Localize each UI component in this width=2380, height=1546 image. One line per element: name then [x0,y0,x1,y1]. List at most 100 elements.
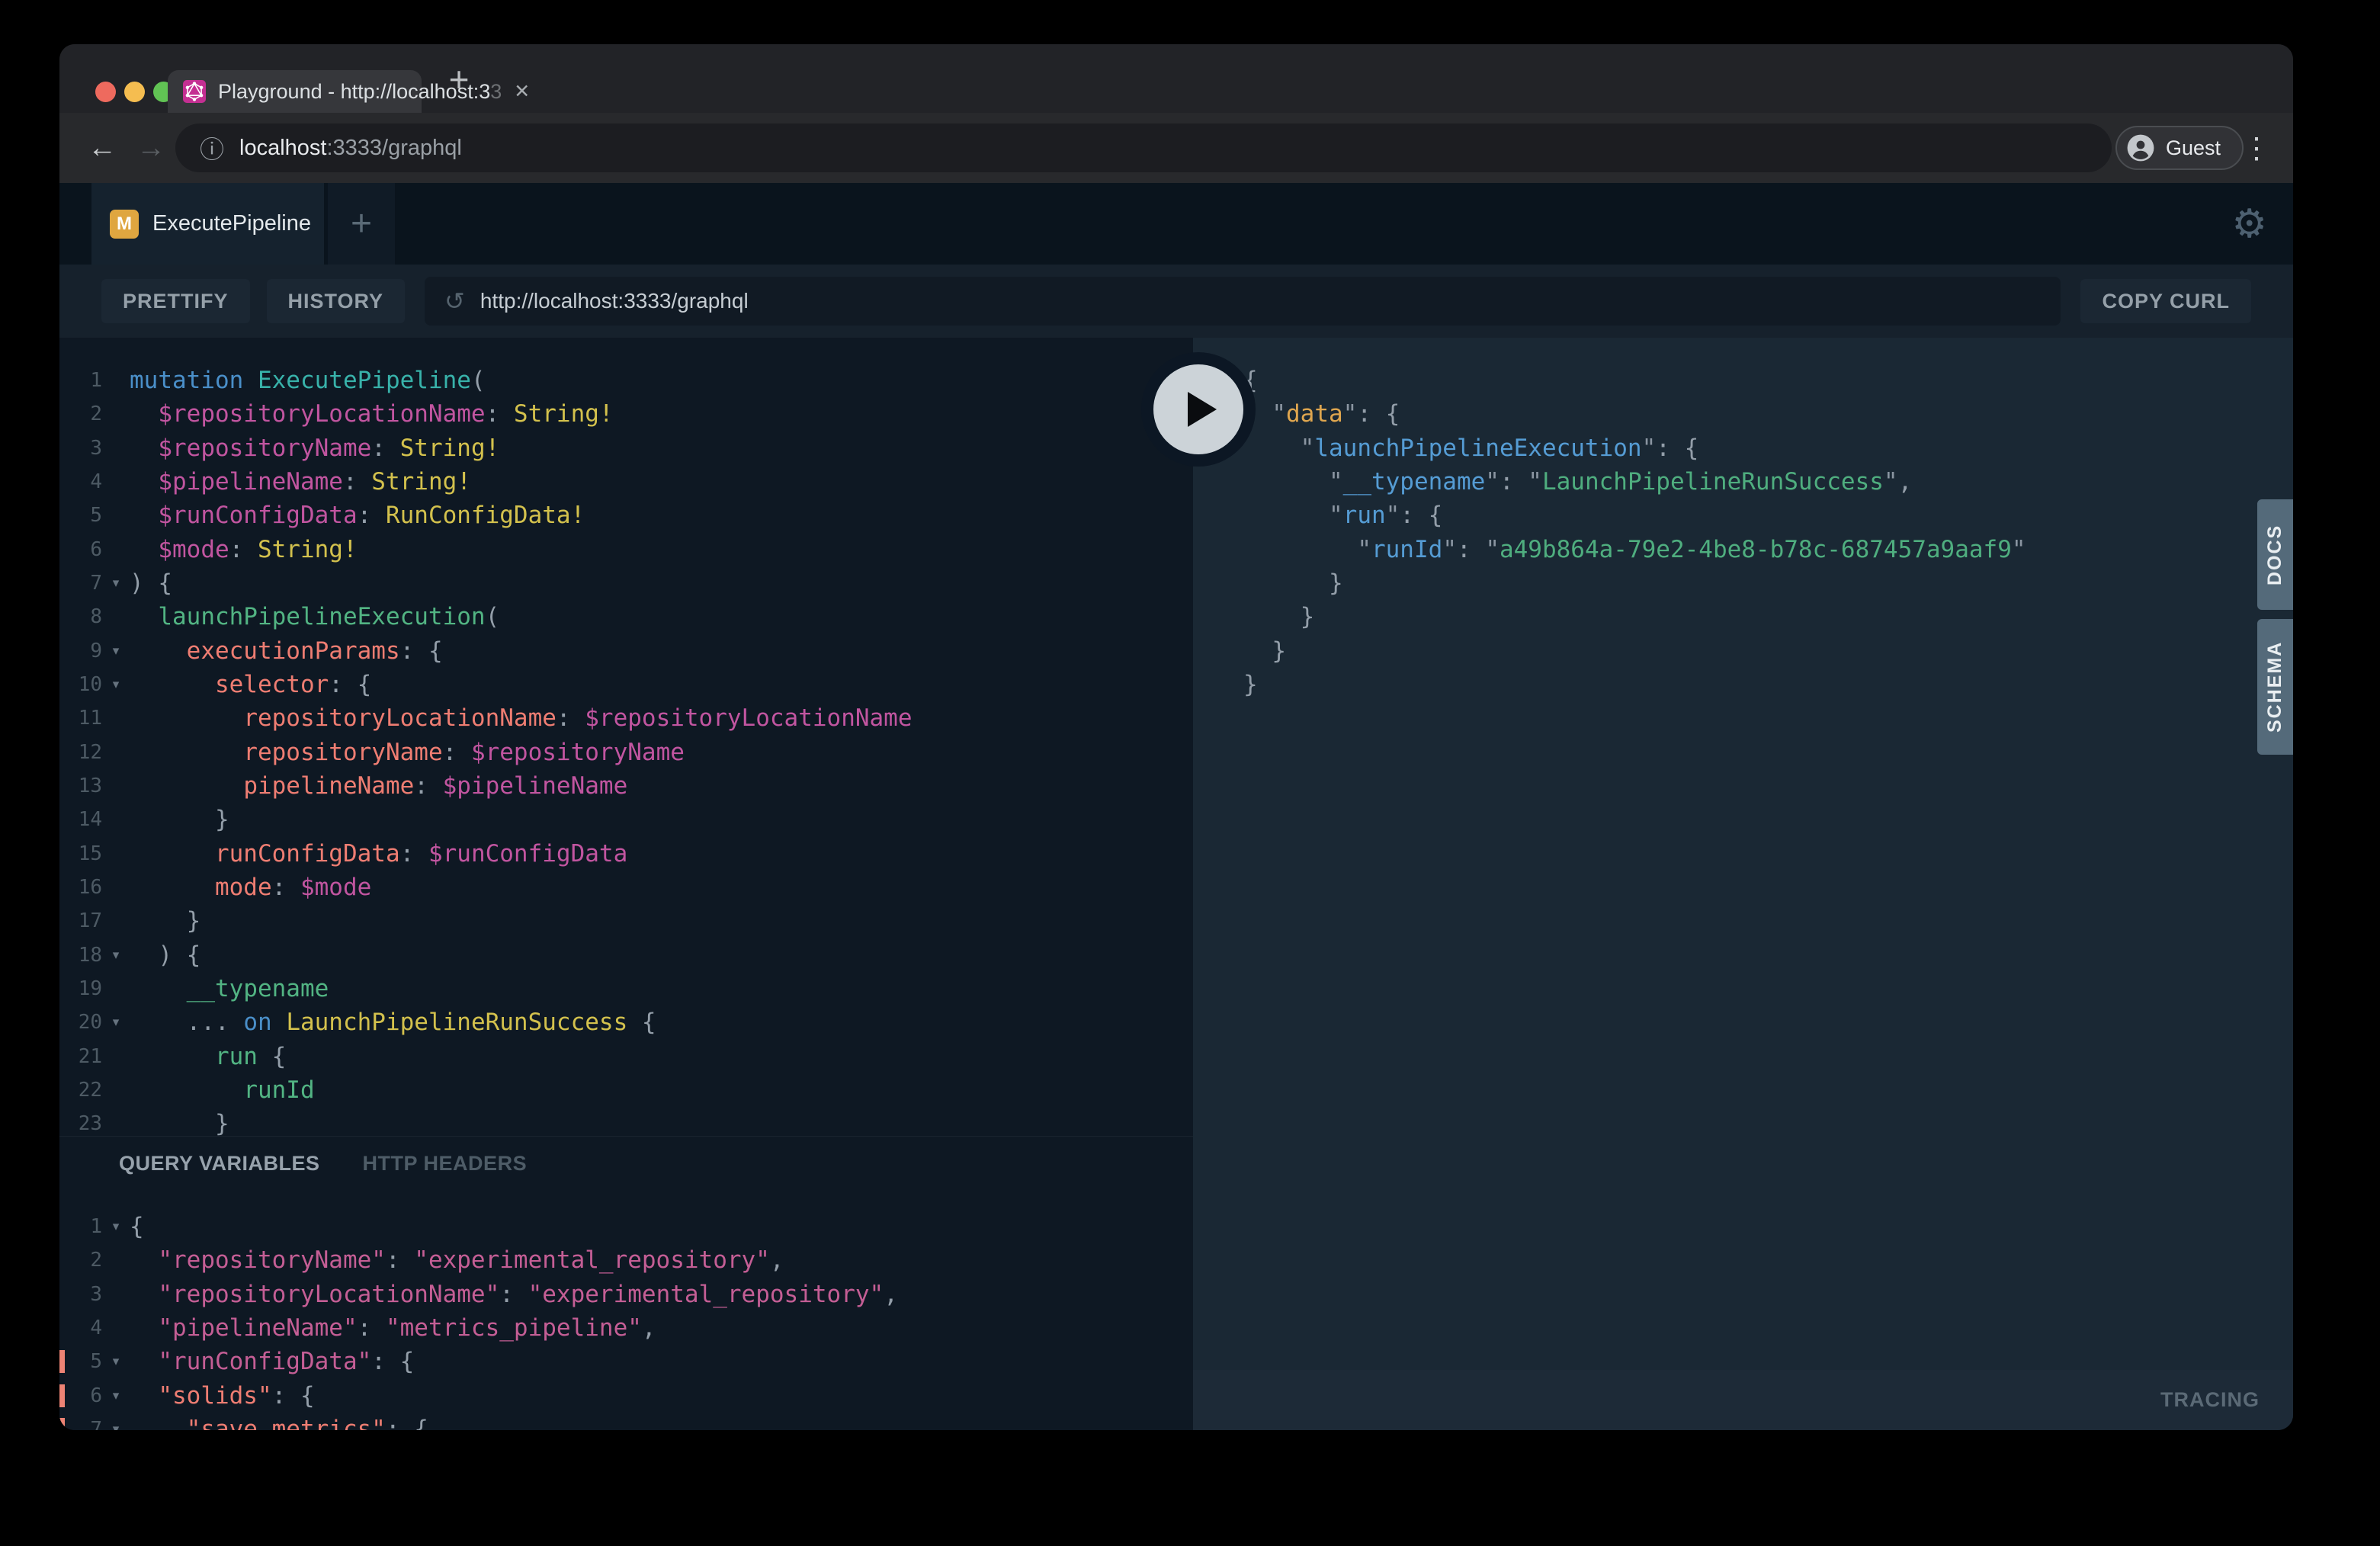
code-line: 12 repositoryName: $repositoryName [59,736,1193,769]
prettify-button[interactable]: PRETTIFY [101,279,250,323]
code-line: "run": { [1224,499,2293,532]
code-line: ▾ "data": { [1224,397,2293,431]
code-line: } [1224,566,2293,600]
code-line: 3 $repositoryName: String! [59,431,1193,465]
line-number: 19 [59,977,102,1000]
line-number: 17 [59,909,102,932]
code-line: 6▾ "solids": { [59,1379,1193,1413]
tab-http-headers[interactable]: HTTP HEADERS [363,1152,528,1176]
line-number: 22 [59,1079,102,1102]
code-line: 8 launchPipelineExecution( [59,600,1193,633]
code-line: 18▾ ) { [59,938,1193,972]
line-number: 5 [59,504,102,527]
settings-gear-icon[interactable]: ⚙ [2231,183,2267,265]
forward-icon[interactable]: → [130,113,172,183]
code-line: ▾{ [1224,364,2293,397]
code-line: 5 $runConfigData: RunConfigData! [59,499,1193,532]
code-line: 5▾ "runConfigData": { [59,1345,1193,1378]
line-number: 12 [59,741,102,764]
graphql-playground: M ExecutePipeline ✕ + ⚙ PRETTIFY HISTORY… [59,183,2293,1430]
history-button[interactable]: HISTORY [267,279,406,323]
browser-tab[interactable]: Playground - http://localhost:33 ✕ [168,70,422,113]
profile-button[interactable]: Guest [2115,126,2244,170]
session-tab-bar: M ExecutePipeline ✕ + ⚙ [59,183,2293,265]
line-number: 1 [59,369,102,392]
code-line: 16 mode: $mode [59,871,1193,904]
query-variables-editor[interactable]: 1▾{2 "repositoryName": "experimental_rep… [59,1190,1193,1430]
code-line: 3 "repositoryLocationName": "experimenta… [59,1278,1193,1311]
schema-side-tab[interactable]: SCHEMA [2257,619,2293,755]
tab-query-variables[interactable]: QUERY VARIABLES [119,1152,320,1176]
session-tab-executepipeline[interactable]: M ExecutePipeline ✕ [91,183,324,265]
endpoint-url: http://localhost:3333/graphql [480,289,749,313]
code-line: 22 runId [59,1073,1193,1107]
copy-curl-button[interactable]: COPY CURL [2080,279,2251,323]
fold-arrow-icon[interactable]: ▾ [102,1015,130,1030]
traffic-close-button[interactable] [95,82,116,102]
avatar-icon [2126,133,2155,162]
code-line: 21 run { [59,1040,1193,1073]
docs-side-tab[interactable]: DOCS [2257,499,2293,610]
url-host: localhost [239,136,326,160]
mutation-badge: M [110,210,139,239]
browser-window: Playground - http://localhost:33 ✕ + ← →… [59,44,2293,1430]
browser-menu-icon[interactable]: ⋮ [2241,113,2272,183]
traffic-minimize-button[interactable] [124,82,145,102]
code-line: "__typename": "LaunchPipelineRunSuccess"… [1224,465,2293,499]
code-line: 17 } [59,904,1193,938]
browser-toolbar: ← → ⟳ ⓘ localhost:3333/graphql Guest ⋮ [59,113,2293,183]
play-icon [1188,392,1217,427]
code-line: 1mutation ExecutePipeline( [59,364,1193,397]
fold-arrow-icon[interactable]: ▾ [102,576,130,591]
endpoint-reload-icon[interactable]: ↺ [444,287,465,316]
line-number: 6 [59,1384,102,1407]
code-line: 4 "pipelineName": "metrics_pipeline", [59,1311,1193,1345]
bottom-tab-bar: QUERY VARIABLES HTTP HEADERS [59,1136,1193,1190]
fold-arrow-icon[interactable]: ▾ [102,1388,130,1403]
line-number: 18 [59,944,102,967]
code-line: 1▾{ [59,1210,1193,1243]
line-number: 2 [59,1249,102,1272]
line-number: 5 [59,1350,102,1373]
line-number: 15 [59,842,102,865]
fold-arrow-icon[interactable]: ▾ [102,948,130,963]
code-line: 4 $pipelineName: String! [59,465,1193,499]
fold-arrow-icon[interactable]: ▾ [102,677,130,692]
fold-arrow-icon[interactable]: ▾ [102,1354,130,1369]
code-line: 19 __typename [59,972,1193,1006]
response-column: ▾{▾ "data": {▾ "launchPipelineExecution"… [1193,338,2293,1430]
line-number: 20 [59,1011,102,1034]
url-path: :3333/graphql [326,136,461,160]
fold-arrow-icon[interactable]: ▾ [102,1219,130,1234]
playground-main: 1mutation ExecutePipeline(2 $repositoryL… [59,338,2293,1430]
new-session-button[interactable]: + [328,183,395,265]
address-bar[interactable]: ⓘ localhost:3333/graphql [175,123,2112,172]
site-info-icon[interactable]: ⓘ [200,130,224,165]
line-number: 3 [59,437,102,460]
code-line: 11 repositoryLocationName: $repositoryLo… [59,701,1193,735]
browser-tab-strip: Playground - http://localhost:33 ✕ + [59,44,2293,113]
graphql-favicon-icon [183,80,206,103]
tab-close-icon[interactable]: ✕ [514,80,530,103]
fold-arrow-icon[interactable]: ▾ [102,643,130,659]
code-line: 6 $mode: String! [59,533,1193,566]
fold-arrow-icon[interactable]: ▾ [102,1422,130,1430]
new-tab-button[interactable]: + [438,58,480,101]
line-number: 4 [59,470,102,493]
query-editor[interactable]: 1mutation ExecutePipeline(2 $repositoryL… [59,338,1193,1136]
execute-button[interactable] [1141,352,1256,467]
endpoint-input[interactable]: ↺ http://localhost:3333/graphql [425,277,2061,326]
profile-name: Guest [2166,136,2221,160]
session-tab-title: ExecutePipeline [152,211,311,236]
line-number: 21 [59,1045,102,1068]
tracing-bar[interactable]: TRACING [1193,1370,2293,1430]
line-number: 11 [59,707,102,730]
line-number: 16 [59,876,102,899]
code-line: "runId": "a49b864a-79e2-4be8-b78c-687457… [1224,533,2293,566]
code-line: 15 runConfigData: $runConfigData [59,837,1193,871]
code-line: 10▾ selector: { [59,668,1193,701]
back-icon[interactable]: ← [81,113,123,183]
error-marker [59,1418,65,1430]
code-line: 7▾) { [59,566,1193,600]
line-number: 9 [59,640,102,662]
